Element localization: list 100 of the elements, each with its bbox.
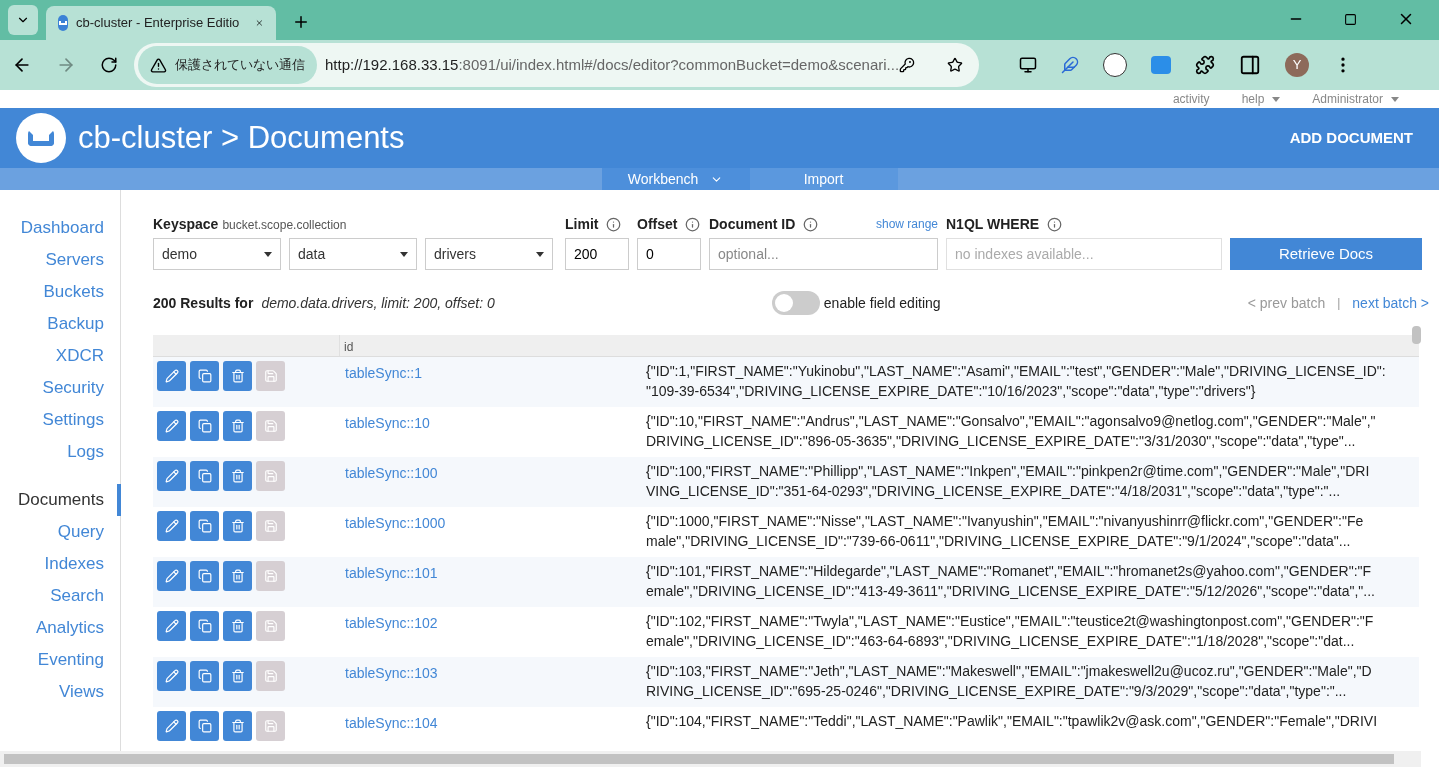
edit-button[interactable] <box>157 461 186 491</box>
new-tab-icon[interactable] <box>292 13 310 31</box>
document-id-link[interactable]: tableSync::100 <box>340 457 646 507</box>
top-link[interactable]: activity <box>1172 90 1210 108</box>
sidebar-item[interactable]: Eventing <box>0 644 120 676</box>
document-id-link[interactable]: tableSync::10 <box>340 407 646 457</box>
top-link[interactable]: help <box>1241 90 1281 108</box>
document-id-link[interactable]: tableSync::103 <box>340 657 646 707</box>
document-id-label: Document ID <box>709 214 796 234</box>
address-bar[interactable]: 保護されていない通信 http://192.168.33.15:8091/ui/index.html#/docs/editor?commonBucket=demo&scenari... <box>134 43 979 87</box>
key-icon[interactable] <box>899 56 916 74</box>
edit-button[interactable] <box>157 561 186 591</box>
select-field[interactable]: drivers <box>425 238 553 270</box>
reload-icon[interactable] <box>100 56 118 74</box>
copy-button[interactable] <box>190 411 219 441</box>
sidebar-item[interactable]: Servers <box>0 244 120 276</box>
next-batch-link[interactable]: next batch > <box>1352 292 1429 314</box>
trash-icon <box>230 669 245 683</box>
url-text: http://192.168.33.15:8091/ui/index.html#/docs/editor?commonBucket=demo&scenari... <box>325 54 900 75</box>
show-range-link[interactable]: show range <box>875 215 938 233</box>
copy-button[interactable] <box>190 561 219 591</box>
sidebar-item[interactable]: Query <box>0 516 120 548</box>
edit-button[interactable] <box>157 511 186 541</box>
sidebar-item[interactable]: XDCR <box>0 340 120 372</box>
pencil-icon <box>164 569 179 583</box>
star-icon[interactable] <box>947 56 963 74</box>
logo-icon <box>16 113 66 163</box>
delete-button[interactable] <box>223 461 252 491</box>
select-field[interactable]: demo <box>153 238 281 270</box>
sidebar-item[interactable]: Logs <box>0 436 120 468</box>
sidebar-item[interactable]: Dashboard <box>0 212 120 244</box>
limit-field[interactable]: 200 <box>565 238 629 270</box>
document-json: {"ID":100,"FIRST_NAME":"Phillipp","LAST_NAME":"Inkpen","EMAIL":"pinkpen2r@time.com","GENDER":"Male","DRI <box>646 463 1370 480</box>
sidebar-item[interactable]: Security <box>0 372 120 404</box>
profile-avatar[interactable]: Y <box>1285 53 1309 77</box>
puzzle-icon[interactable] <box>1195 55 1215 75</box>
top-link[interactable]: Administrator <box>1312 90 1399 108</box>
document-json: DRIVING_LICENSE_ID":"896-05-3635","DRIVING_LICENSE_EXPIRE_DATE":"3/31/2030","scope":"data","type"... <box>646 433 1357 450</box>
document-json: {"ID":10,"FIRST_NAME":"Andrus","LAST_NAME":"Gonsalvo","EMAIL":"agonsalvo9@netlog.com","GENDER":"Male"," <box>646 413 1376 430</box>
copy-icon <box>197 519 212 533</box>
copy-icon <box>197 719 212 733</box>
sidebar-item[interactable]: Backup <box>0 308 120 340</box>
retrieve-docs-button[interactable]: Retrieve Docs <box>1230 238 1422 270</box>
sidebar-item[interactable]: Search <box>0 580 120 612</box>
document-json: "109-39-6534","DRIVING_LICENSE_EXPIRE_DATE":"10/16/2023","scope":"data","type":"drivers"} <box>646 383 1257 400</box>
trash-icon <box>230 419 245 433</box>
delete-button[interactable] <box>223 361 252 391</box>
sidebar-item[interactable]: Buckets <box>0 276 120 308</box>
document-id-link[interactable]: tableSync::104 <box>340 707 646 751</box>
edit-button[interactable] <box>157 661 186 691</box>
batch-divider: | <box>1337 295 1341 312</box>
edit-button[interactable] <box>157 711 186 741</box>
browser-tab[interactable]: cb-cluster - Enterprise Editio <box>46 6 276 40</box>
copy-button[interactable] <box>190 661 219 691</box>
copy-button[interactable] <box>190 461 219 491</box>
offset-field[interactable]: 0 <box>637 238 701 270</box>
delete-button[interactable] <box>223 661 252 691</box>
document-id-link[interactable]: tableSync::101 <box>340 557 646 607</box>
copy-button[interactable] <box>190 361 219 391</box>
document-json: emale","DRIVING_LICENSE_ID":"413-49-3611","DRIVING_LICENSE_EXPIRE_DATE":"5/12/2026","scope":"data","... <box>646 583 1375 600</box>
delete-button[interactable] <box>223 511 252 541</box>
document-json: {"ID":104,"FIRST_NAME":"Teddi","LAST_NAME":"Pawlik","EMAIL":"tpawlik2v@ask.com","GENDER":"Female","DRIVI <box>646 713 1378 730</box>
add-document-button[interactable]: ADD DOCUMENT <box>1289 126 1423 150</box>
field-editing-toggle[interactable] <box>771 291 820 315</box>
vertical-scrollbar[interactable] <box>1412 326 1421 344</box>
toggle-label: enable field editing <box>823 293 941 313</box>
document-id-link[interactable]: tableSync::1 <box>340 357 646 407</box>
copy-button[interactable] <box>190 611 219 641</box>
document-id-field[interactable]: optional... <box>709 238 938 270</box>
edit-button[interactable] <box>157 361 186 391</box>
sidebar-item[interactable]: Analytics <box>0 612 120 644</box>
delete-button[interactable] <box>223 411 252 441</box>
feather-icon[interactable] <box>1061 56 1079 74</box>
horizontal-scrollbar[interactable] <box>0 751 1421 767</box>
sidebar-item[interactable]: Views <box>0 676 120 708</box>
edit-button[interactable] <box>157 411 186 441</box>
sidebar-item[interactable]: Settings <box>0 404 120 436</box>
pencil-icon <box>164 519 179 533</box>
pencil-icon <box>164 419 179 433</box>
document-id-link[interactable]: tableSync::1000 <box>340 507 646 557</box>
pencil-icon <box>164 719 179 733</box>
document-id-link[interactable]: tableSync::102 <box>340 607 646 657</box>
delete-button[interactable] <box>223 561 252 591</box>
sidebar-item[interactable]: Indexes <box>0 548 120 580</box>
sidebar-item[interactable]: Documents <box>0 484 121 516</box>
monitor-icon[interactable] <box>1019 56 1037 74</box>
copy-icon <box>197 669 212 683</box>
copy-button[interactable] <box>190 511 219 541</box>
subnav-tab[interactable]: Import <box>749 168 898 190</box>
subnav-tab[interactable]: Workbench <box>601 168 750 190</box>
copy-button[interactable] <box>190 711 219 741</box>
n1ql-where-field[interactable]: no indexes available... <box>946 238 1222 270</box>
maximize-icon[interactable] <box>1344 12 1357 26</box>
delete-button[interactable] <box>223 711 252 741</box>
delete-button[interactable] <box>223 611 252 641</box>
pencil-icon <box>164 619 179 633</box>
select-field[interactable]: data <box>289 238 417 270</box>
side-panel-icon[interactable] <box>1239 54 1261 76</box>
keyspace-label: Keyspace <box>153 215 219 234</box>
edit-button[interactable] <box>157 611 186 641</box>
